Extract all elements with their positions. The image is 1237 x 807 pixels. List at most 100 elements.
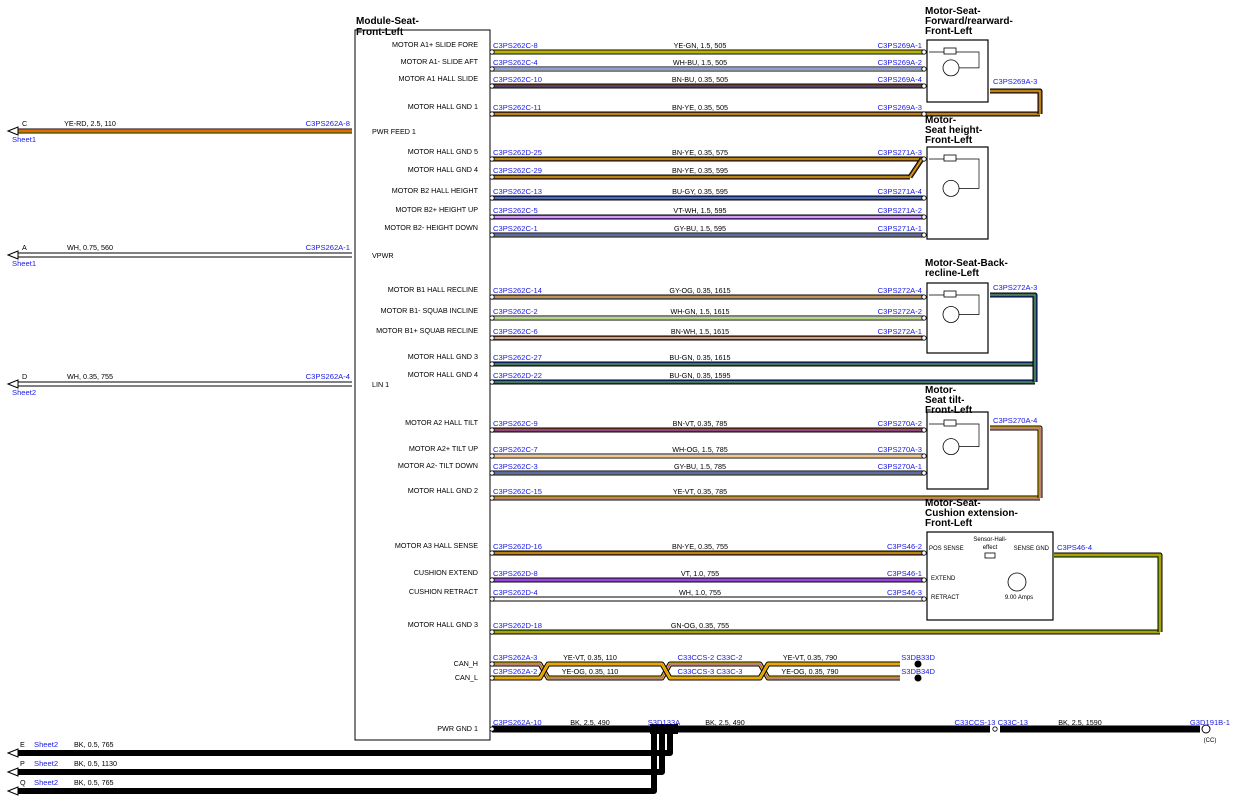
motor-connector-pin: C3PS271A-1	[878, 224, 922, 233]
motor-pin-dot	[921, 66, 927, 72]
gnd-return-1-stripe	[990, 90, 1041, 114]
wire-spec: VT, 1.0, 755	[681, 569, 719, 578]
motor-connector-pin: C3PS270A-1	[878, 462, 922, 471]
pin-label: MOTOR HALL GND 2	[408, 486, 478, 495]
wiring-diagram: Module-Seat- Front-Left MOTOR A1+ SLIDE …	[6, 6, 1230, 796]
wire-spec: GY-BU, 1.5, 785	[674, 462, 726, 471]
module-pin-dot	[489, 661, 495, 667]
module-connector-pin: C3PS262C-10	[493, 75, 542, 84]
motor-connector-pin: C3PS272A-1	[878, 327, 922, 336]
module-pin-dot	[489, 596, 495, 602]
module-connector-pin: C3PS262C-29	[493, 166, 542, 175]
module-pin-dot	[489, 495, 495, 501]
pin-label: MOTOR A1 HALL SLIDE	[399, 74, 479, 83]
module-connector-pin: C3PS262C-11	[493, 103, 541, 112]
motor-pin-dot	[921, 427, 927, 433]
inline-connector-pin: C33CCS-2 C33C-2	[678, 653, 743, 662]
module-title-1: Module-Seat-	[356, 16, 419, 27]
motor-pin-dot	[921, 335, 927, 341]
wire-letter: Q	[20, 778, 26, 787]
module-pin-dot	[489, 427, 495, 433]
arrow-icon	[6, 250, 19, 260]
pin-label: MOTOR B2+ HEIGHT UP	[395, 205, 478, 214]
wire-spec: BK, 0.5, 765	[74, 740, 114, 749]
wire-spec: BN-YE, 0.35, 505	[672, 103, 728, 112]
wire-spec: WH, 0.75, 560	[67, 243, 113, 252]
module-pin-dot	[489, 675, 495, 681]
motor-pin-dot	[921, 49, 927, 55]
motor-symbol-icon	[942, 438, 960, 456]
motor-connector-pin: C3PS271A-4	[878, 187, 922, 196]
motor-pin-dot	[921, 83, 927, 89]
module-connector-pin: C3PS262C-2	[493, 307, 538, 316]
wire-spec: YE-GN, 1.5, 505	[674, 41, 727, 50]
module-pin-dot	[489, 470, 495, 476]
hall-sensor-icon	[943, 47, 957, 55]
motor-connector-pin: C3PS46-1	[887, 569, 922, 578]
pin-label: MOTOR A2- TILT DOWN	[398, 461, 478, 470]
pin-label: MOTOR B1+ SQUAB RECLINE	[376, 326, 478, 335]
arrow-icon	[6, 786, 19, 796]
wire-spec: WH, 0.35, 755	[67, 372, 113, 381]
motor-connector-pin: C3PS270A-4	[993, 416, 1037, 425]
pin-label: MOTOR HALL GND 3	[408, 620, 478, 629]
module-connector-pin: C3PS262A-1	[306, 243, 350, 252]
module-pin-dot	[489, 49, 495, 55]
gnd-return-3	[990, 293, 1037, 382]
motor-connector-pin: C3PS270A-3	[878, 445, 922, 454]
module-connector-pin: C3PS262C-7	[493, 445, 538, 454]
motor-connector-pin: C3PS269A-2	[878, 58, 922, 67]
pin-label: MOTOR HALL GND 3	[408, 352, 478, 361]
motor-connector-pin: C3PS271A-3	[878, 148, 922, 157]
module-pin-dot	[489, 453, 495, 459]
module-connector-pin: C3PS262C-5	[493, 206, 538, 215]
module-connector-pin: C3PS262D-16	[493, 542, 542, 551]
wire-spec: YE-VT, 0.35, 790	[783, 653, 837, 662]
motor-title: Front-Left	[925, 518, 973, 529]
module-pin-dot	[489, 156, 495, 162]
inline-connector-pin: C33CCS-3 C33C-3	[678, 667, 743, 676]
inline-connector-pin: C33CCS-13 C33C-13	[955, 718, 1028, 727]
gnd-return-3-stripe	[990, 294, 1036, 382]
amps-label: 9.00 Amps	[1005, 595, 1033, 601]
wire-spec: BN-VT, 0.35, 785	[673, 419, 728, 428]
wire-spec: BN-WH, 1.5, 1615	[671, 327, 729, 336]
module-pin-dot	[489, 111, 495, 117]
module-pin-dot	[489, 174, 495, 180]
hall-sensor-icon	[984, 552, 996, 559]
motor-pin-label: SENSE GND	[1014, 546, 1050, 552]
pin-label: LIN 1	[372, 380, 389, 389]
hall-sensor-icon	[943, 419, 957, 427]
pin-label: MOTOR B2 HALL HEIGHT	[392, 186, 479, 195]
wire-spec: BN-YE, 0.35, 595	[672, 166, 728, 175]
wire-spec: BN-BU, 0.35, 505	[672, 75, 728, 84]
module-connector-pin: C3PS262D-4	[493, 588, 538, 597]
wire-spec: YE-OG, 0.35, 110	[562, 667, 619, 676]
pin-label: PWR FEED 1	[372, 127, 416, 136]
module-pin-dot	[489, 294, 495, 300]
wire-spec: WH-GN, 1.5, 1615	[670, 307, 729, 316]
module-pin-dot	[489, 195, 495, 201]
bottom-wire-1-outline	[18, 734, 673, 756]
wire-spec: BU-GY, 0.35, 595	[672, 187, 728, 196]
wire-spec: BU-GN, 0.35, 1615	[669, 353, 730, 362]
module-connector-pin: C3PS262C-9	[493, 419, 538, 428]
gnd-return-5-stripe	[1054, 554, 1161, 632]
motor-connector-pin: C3PS46-4	[1057, 543, 1092, 552]
arrow-icon	[6, 767, 19, 777]
inline-pin-dot	[992, 726, 998, 732]
gnd-return-3-outline	[990, 292, 1038, 382]
module-connector-pin: C3PS262C-27	[493, 353, 542, 362]
module-pin-dot	[489, 232, 495, 238]
motor-connector-pin: C3PS269A-4	[878, 75, 922, 84]
motor-symbol-icon	[942, 306, 960, 323]
module-pin-dot	[489, 214, 495, 220]
motor-connector-pin: C3PS269A-1	[878, 41, 922, 50]
module-connector-pin: C3PS262A-2	[493, 667, 537, 676]
wire-spec: VT-WH, 1.5, 595	[673, 206, 726, 215]
pin-label: MOTOR HALL GND 4	[408, 165, 478, 174]
wire-spec: WH-OG, 1.5, 785	[672, 445, 728, 454]
pin-label: VPWR	[372, 251, 394, 260]
motor-connector-pin: C3PS46-2	[887, 542, 922, 551]
module-connector-pin: C3PS262C-13	[493, 187, 542, 196]
